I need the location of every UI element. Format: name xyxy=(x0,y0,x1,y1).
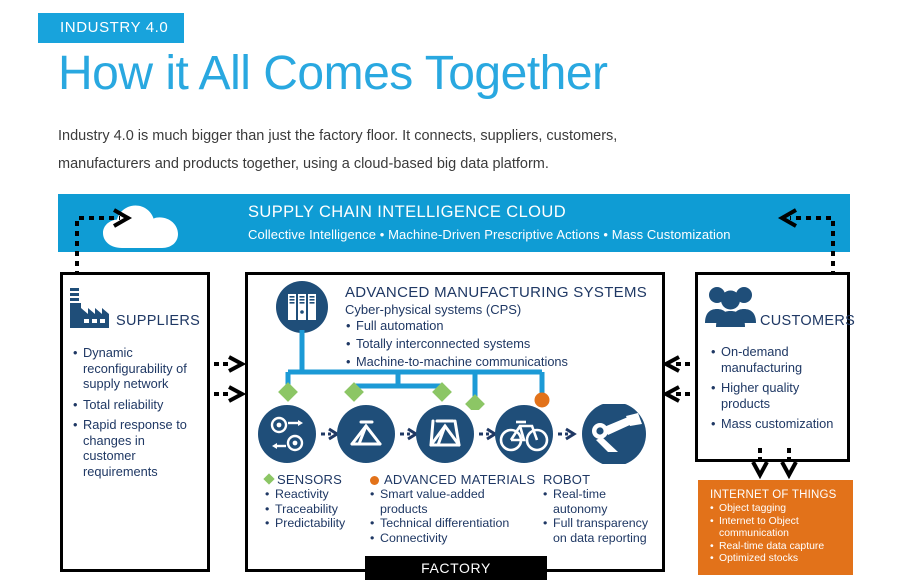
page-title: How it All Comes Together xyxy=(58,47,608,100)
process-icon-row xyxy=(258,404,646,464)
customers-label: CUSTOMERS xyxy=(760,313,856,329)
factory-label-bar: FACTORY xyxy=(365,556,547,580)
list-item: Higher quality products xyxy=(710,380,842,411)
legend-sensors-title: SENSORS xyxy=(263,472,357,487)
legend-sensors: SENSORS Reactivity Traceability Predicta… xyxy=(263,472,357,531)
list-item: On-demand manufacturing xyxy=(710,344,842,375)
list-item: Smart value-added products xyxy=(370,487,530,516)
list-item: Connectivity xyxy=(370,531,530,546)
diamond-marker-icon xyxy=(263,473,275,485)
legend-materials-title: ADVANCED MATERIALS xyxy=(370,472,535,487)
list-item: Predictability xyxy=(265,516,357,531)
cloud-subtitle: Collective Intelligence • Machine-Driven… xyxy=(248,227,731,242)
list-item: Rapid response to changes in customer re… xyxy=(72,417,200,479)
list-item: Real-time autonomy xyxy=(543,487,655,516)
legend-robot: ROBOT Real-time autonomy Full transparen… xyxy=(543,472,655,545)
list-item: Mass customization xyxy=(710,416,842,432)
list-item: Optimized stocks xyxy=(710,553,843,566)
suppliers-to-center-arrows xyxy=(214,355,246,403)
internet-of-things-panel: INTERNET OF THINGS Object tagging Intern… xyxy=(698,480,853,575)
people-group-icon xyxy=(705,287,756,327)
list-item: Technical differentiation xyxy=(370,516,530,531)
kicker-badge: INDUSTRY 4.0 xyxy=(38,13,185,43)
circle-marker-icon xyxy=(370,476,379,485)
factory-icon xyxy=(70,288,109,328)
supplier-to-cloud-connector xyxy=(75,208,133,276)
list-item: Real-time data capture xyxy=(710,541,843,554)
legend-advanced-materials: ADVANCED MATERIALS Smart value-added pro… xyxy=(370,472,535,546)
list-item: Internet to Object communication xyxy=(710,516,843,541)
list-item: Total reliability xyxy=(72,397,200,413)
legend-robot-title: ROBOT xyxy=(543,472,591,487)
infographic-canvas: INDUSTRY 4.0 How it All Comes Together I… xyxy=(0,0,910,588)
cps-connector-tree xyxy=(278,330,550,410)
iot-title: INTERNET OF THINGS xyxy=(710,489,837,501)
list-item: Dynamic reconfigurability of supply netw… xyxy=(72,345,200,392)
center-subtitle: Cyber-physical systems (CPS) xyxy=(345,302,522,317)
suppliers-bullets: Dynamic reconfigurability of supply netw… xyxy=(72,345,200,484)
customers-to-center-arrows xyxy=(662,355,694,403)
customers-to-iot-arrows xyxy=(751,448,798,480)
server-rack-icon xyxy=(276,281,328,333)
list-item: Full transparency on data reporting xyxy=(543,516,655,545)
list-item: Reactivity xyxy=(265,487,357,502)
intro-paragraph: Industry 4.0 is much bigger than just th… xyxy=(58,128,618,172)
list-item: Traceability xyxy=(265,502,357,517)
list-item: Object tagging xyxy=(710,503,843,516)
customer-to-cloud-connector xyxy=(777,208,835,276)
customers-bullets: On-demand manufacturing Higher quality p… xyxy=(710,344,842,437)
suppliers-label: SUPPLIERS xyxy=(116,313,201,329)
center-title: ADVANCED MANUFACTURING SYSTEMS xyxy=(345,284,648,301)
cloud-title: SUPPLY CHAIN INTELLIGENCE CLOUD xyxy=(248,203,567,221)
